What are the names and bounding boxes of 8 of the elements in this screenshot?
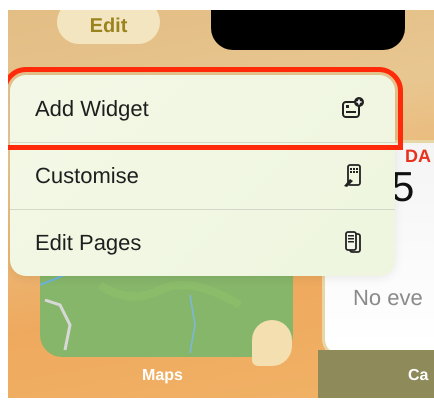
menu-item[interactable]: Add Widget (10, 75, 395, 142)
calendar-note: No eve (353, 285, 423, 311)
app-label[interactable]: Ca (408, 367, 428, 385)
menu-item[interactable]: Customise (10, 142, 395, 209)
menu-item[interactable]: Edit Pages (10, 209, 395, 276)
calendar-day-label: DA (405, 146, 431, 167)
widget-resize-handle[interactable] (252, 320, 292, 366)
add-widget-icon (341, 96, 365, 120)
